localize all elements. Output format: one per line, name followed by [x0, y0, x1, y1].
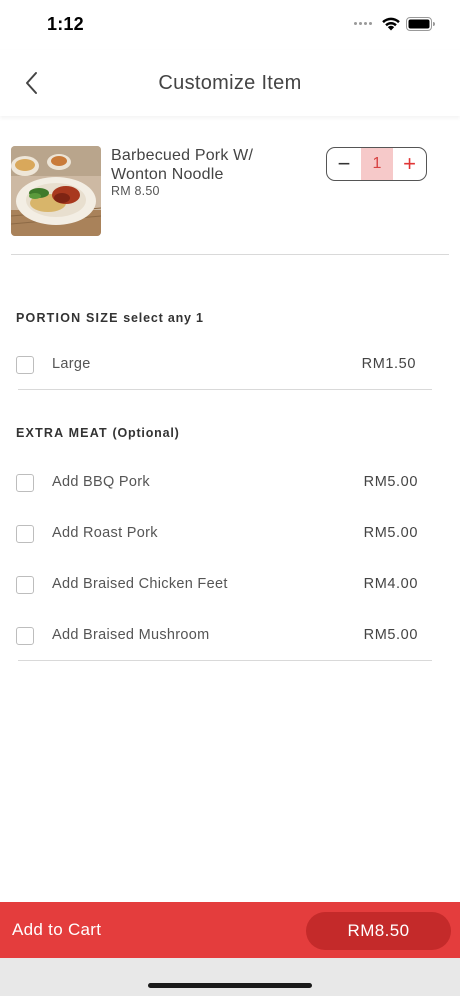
- cart-total: RM8.50: [306, 912, 451, 950]
- wifi-icon: [382, 17, 400, 31]
- option-label: Add Braised Mushroom: [52, 627, 210, 643]
- add-to-cart-button[interactable]: Add to Cart: [12, 920, 101, 940]
- extra-meat-heading: EXTRA MEAT (Optional): [16, 426, 180, 440]
- option-price: RM5.00: [363, 627, 418, 643]
- option-price: RM5.00: [363, 525, 418, 541]
- portion-size-title: PORTION SIZE: [16, 311, 119, 325]
- divider: [18, 389, 432, 390]
- option-add-roast-pork[interactable]: Add Roast Pork RM5.00: [16, 524, 426, 546]
- portion-size-heading: PORTION SIZE select any 1: [16, 311, 204, 325]
- checkbox[interactable]: [16, 627, 34, 645]
- increase-quantity-button[interactable]: +: [393, 148, 426, 180]
- option-price: RM5.00: [363, 474, 418, 490]
- quantity-stepper: − 1 +: [326, 147, 427, 181]
- add-to-cart-bar[interactable]: Add to Cart RM8.50: [0, 902, 460, 958]
- option-label: Add Roast Pork: [52, 525, 158, 541]
- option-add-braised-mushroom[interactable]: Add Braised Mushroom RM5.00: [16, 626, 426, 648]
- battery-icon: [406, 17, 435, 31]
- status-time: 1:12: [47, 14, 84, 34]
- nav-header: Customize Item: [0, 50, 460, 116]
- item-name: Barbecued Pork W/ Wonton Noodle: [111, 147, 254, 183]
- checkbox[interactable]: [16, 356, 34, 374]
- quantity-value: 1: [361, 148, 393, 180]
- page-title: Customize Item: [158, 72, 302, 94]
- option-label: Add Braised Chicken Feet: [52, 576, 228, 592]
- portion-size-subtitle: select any 1: [123, 311, 204, 325]
- checkbox[interactable]: [16, 576, 34, 594]
- option-add-bbq-pork[interactable]: Add BBQ Pork RM5.00: [16, 473, 426, 495]
- option-label: Large: [52, 356, 91, 372]
- checkbox[interactable]: [16, 474, 34, 492]
- option-price: RM1.50: [361, 356, 416, 372]
- status-bar: 1:12: [0, 0, 460, 50]
- option-price: RM4.00: [363, 576, 418, 592]
- item-price: RM 8.50: [111, 184, 160, 198]
- divider: [11, 254, 449, 255]
- signal-dots-icon: [354, 22, 374, 28]
- home-indicator-area: [0, 958, 460, 996]
- food-photo: [11, 146, 101, 236]
- extra-meat-title: EXTRA MEAT: [16, 426, 108, 440]
- option-add-braised-chicken-feet[interactable]: Add Braised Chicken Feet RM4.00: [16, 575, 426, 597]
- home-indicator[interactable]: [148, 983, 312, 988]
- option-label: Add BBQ Pork: [52, 474, 150, 490]
- option-large[interactable]: Large RM1.50: [16, 355, 426, 377]
- extra-meat-subtitle: (Optional): [112, 426, 180, 440]
- decrease-quantity-button[interactable]: −: [327, 148, 361, 180]
- checkbox[interactable]: [16, 525, 34, 543]
- divider: [18, 660, 432, 661]
